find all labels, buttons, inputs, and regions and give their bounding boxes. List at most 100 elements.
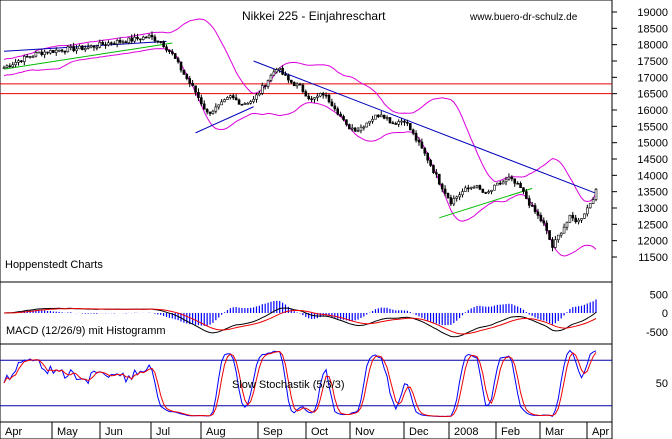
candle-body	[69, 46, 73, 48]
y-tick-label: 15000	[637, 138, 668, 150]
candle-body	[98, 42, 102, 48]
candle-body	[350, 127, 354, 130]
candle-body	[165, 46, 168, 51]
month-label: Sep	[263, 426, 283, 438]
price-panel-frame	[0, 0, 613, 283]
candle-body	[437, 173, 441, 185]
candle-body	[34, 52, 38, 57]
candle-body	[284, 73, 287, 76]
candle-body	[452, 198, 456, 205]
candle-body	[423, 147, 427, 154]
month-label: Aug	[206, 426, 226, 438]
month-label: Dec	[409, 426, 429, 438]
candle-body	[542, 220, 546, 224]
candle-body	[475, 185, 479, 188]
trendline-blue-down	[253, 60, 597, 194]
y-tick-label: 12000	[637, 236, 668, 248]
candle-body	[208, 111, 212, 114]
candle-body	[278, 67, 281, 70]
candle-body	[585, 207, 589, 215]
candle-body	[255, 94, 258, 100]
month-label: Oct	[311, 426, 328, 438]
candle-body	[240, 104, 244, 106]
candle-body	[139, 38, 142, 41]
candle-body	[446, 193, 450, 198]
candle-body	[185, 74, 189, 79]
stoch-tick-label: 50	[656, 378, 668, 390]
candle-body	[519, 183, 522, 188]
candle-body	[368, 120, 371, 124]
candle-body	[562, 226, 566, 234]
watermark-label: Hoppenstedt Charts	[5, 259, 103, 271]
candle-body	[490, 189, 493, 192]
candle-body	[391, 122, 395, 125]
month-label: Mar	[545, 426, 564, 438]
candle-body	[281, 67, 284, 75]
candle-body	[440, 183, 444, 190]
candle-body	[200, 97, 203, 105]
candle-body	[365, 122, 369, 128]
candle-body	[498, 182, 502, 185]
candle-body	[513, 178, 517, 184]
candle-body	[493, 184, 496, 191]
candle-body	[159, 41, 163, 43]
candle-body	[554, 239, 557, 248]
candle-body	[162, 41, 165, 48]
candle-body	[580, 218, 583, 221]
candle-body	[220, 101, 223, 106]
candle-body	[258, 92, 261, 96]
candle-body	[397, 121, 400, 125]
candle-body	[182, 69, 186, 75]
y-tick-label: 15500	[637, 121, 668, 133]
candle-body	[301, 84, 305, 92]
candle-body	[295, 83, 299, 87]
candle-body	[429, 159, 432, 166]
y-tick-label: 17000	[637, 72, 668, 84]
candle-body	[46, 51, 49, 54]
candle-body	[379, 114, 383, 118]
candle-body	[449, 197, 453, 205]
candle-body	[406, 122, 409, 124]
candle-body	[455, 196, 459, 199]
macd-tick-label: 500	[650, 289, 668, 301]
candle-body	[40, 51, 44, 55]
candle-body	[121, 41, 125, 44]
candle-body	[202, 103, 206, 110]
macd-label: MACD (12/26/9) mit Histogramm	[6, 325, 166, 337]
chart-svg: 11500 12000 12500 13000 13500 14000 14500 15000…	[0, 0, 668, 439]
y-tick-label: 16500	[637, 89, 668, 101]
candle-body	[339, 113, 342, 117]
candle-body	[594, 188, 598, 200]
candle-body	[548, 230, 551, 240]
candle-body	[57, 49, 61, 52]
candle-body	[66, 46, 70, 53]
candle-body	[545, 222, 548, 231]
candle-body	[54, 49, 58, 53]
candle-body	[112, 43, 116, 45]
candle-body	[319, 93, 322, 97]
candle-body	[130, 37, 133, 42]
candle-body	[374, 114, 377, 120]
month-label: Apr	[592, 426, 609, 438]
y-tick-label: 12500	[637, 219, 668, 231]
candle-body	[496, 182, 499, 186]
candle-body	[408, 123, 412, 131]
candle-body	[342, 116, 345, 121]
candle-body	[153, 36, 157, 42]
candle-body	[20, 60, 23, 62]
candle-body	[37, 51, 41, 54]
price-layer	[0, 18, 612, 257]
y-tick-label: 16000	[637, 105, 668, 117]
candle-body	[156, 40, 160, 43]
month-label: Jun	[105, 426, 123, 438]
candle-body	[11, 64, 15, 68]
month-label: Nov	[355, 426, 375, 438]
candle-body	[243, 103, 247, 105]
candle-body	[269, 74, 273, 81]
candle-body	[411, 129, 415, 134]
candle-body	[371, 118, 374, 122]
candle-body	[362, 126, 366, 129]
candle-body	[510, 176, 514, 180]
candle-body	[525, 191, 528, 199]
candle-body	[217, 104, 221, 108]
